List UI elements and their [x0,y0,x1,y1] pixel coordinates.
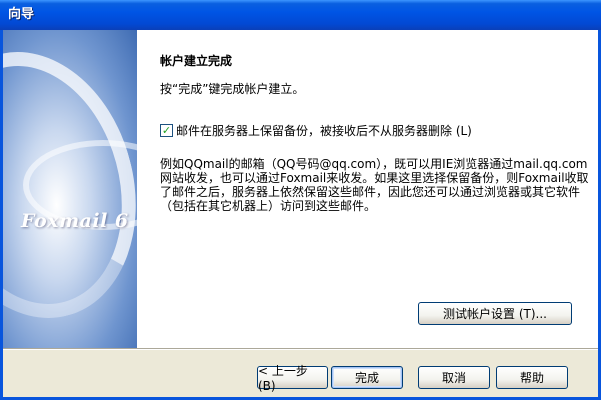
finish-button[interactable]: 完成 [331,366,403,389]
footer-divider [3,348,598,350]
help-button[interactable]: 帮助 [496,366,568,389]
description-text: 例如QQmail的邮箱（QQ号码@qq.com），既可以用IE浏览器通过mail… [160,157,589,213]
keep-backup-checkbox[interactable]: ✓ [160,124,173,137]
instruction-text: 按“完成”键完成帐户建立。 [160,82,305,96]
foxmail-logo: Foxmail 6 [21,210,129,232]
keep-backup-label[interactable]: 邮件在服务器上保留备份，被接收后不从服务器删除 (L) [176,122,472,139]
back-button-label: < 上一步 (B) [258,364,308,393]
help-button-label: 帮助 [519,371,544,385]
test-account-settings-label: 测试帐户设置 (T)... [443,307,547,321]
page-heading: 帐户建立完成 [160,54,233,68]
keep-backup-option[interactable]: ✓ 邮件在服务器上保留备份，被接收后不从服务器删除 (L) [160,122,472,139]
cancel-button[interactable]: 取消 [418,366,490,389]
check-mark-icon: ✓ [161,124,172,137]
cancel-button-label: 取消 [441,371,466,385]
back-button[interactable]: < 上一步 (B) [257,364,328,393]
window-title-bar[interactable]: 向导 [0,0,601,30]
wizard-side-banner: Foxmail 6 [3,30,137,348]
test-account-settings-button[interactable]: 测试帐户设置 (T)... [418,302,572,325]
window-title: 向导 [8,7,35,22]
finish-button-label: 完成 [354,371,379,385]
